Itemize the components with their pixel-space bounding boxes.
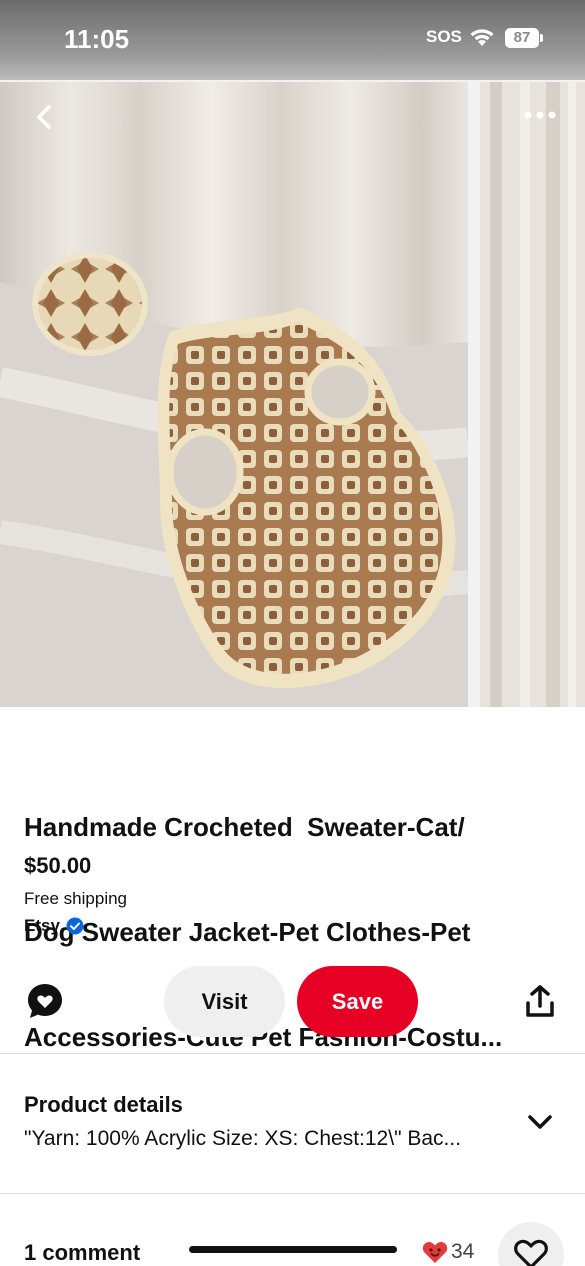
- save-button[interactable]: Save: [297, 966, 418, 1037]
- comment-bubble-icon[interactable]: [26, 982, 64, 1020]
- reaction-summary[interactable]: 34: [422, 1240, 474, 1264]
- pin-title-line-2: Dog Sweater Jacket-Pet Clothes-Pet: [24, 917, 471, 947]
- wifi-icon: [470, 29, 494, 46]
- next-pin-image[interactable]: [480, 82, 585, 707]
- reaction-count: 34: [451, 1240, 475, 1263]
- pin-title: Handmade Crocheted Sweater-Cat/ Dog Swea…: [24, 740, 564, 1090]
- share-icon[interactable]: [522, 984, 558, 1020]
- pin-title-line-3: Accessories-Cute Pet Fashion-Costu...: [24, 1022, 503, 1052]
- product-details-heading: Product details: [24, 1092, 183, 1117]
- divider: [0, 1053, 585, 1054]
- seller-link[interactable]: Etsy: [24, 916, 84, 936]
- shipping-info: Free shipping: [24, 889, 128, 908]
- next-photo: [480, 82, 585, 707]
- pin-title-line-1: Handmade Crocheted Sweater-Cat/: [24, 812, 465, 842]
- status-time: 11:05: [64, 24, 130, 54]
- heart-outline-icon: [514, 1239, 548, 1266]
- heart-face-icon: [422, 1242, 448, 1263]
- divider: [0, 1193, 585, 1194]
- chevron-down-icon[interactable]: [526, 1108, 554, 1136]
- product-photo: [0, 82, 468, 707]
- verified-check-icon: [66, 917, 84, 935]
- price: $50.00: [24, 853, 92, 878]
- pin-image[interactable]: [0, 82, 468, 707]
- like-button[interactable]: [498, 1222, 564, 1266]
- status-sos: SOS: [426, 27, 462, 46]
- more-horizontal-icon[interactable]: [522, 108, 558, 122]
- back-icon[interactable]: [28, 100, 62, 134]
- product-details-text: "Yarn: 100% Acrylic Size: XS: Chest:12\"…: [24, 1127, 462, 1150]
- pin-image-carousel[interactable]: [0, 80, 585, 707]
- seller-name: Etsy: [24, 916, 60, 935]
- battery-indicator: 87: [505, 28, 543, 48]
- home-indicator: [189, 1246, 397, 1253]
- comments-count[interactable]: 1 comment: [24, 1240, 140, 1266]
- visit-button[interactable]: Visit: [164, 966, 285, 1037]
- status-bar: 11:05 SOS 87: [0, 0, 585, 80]
